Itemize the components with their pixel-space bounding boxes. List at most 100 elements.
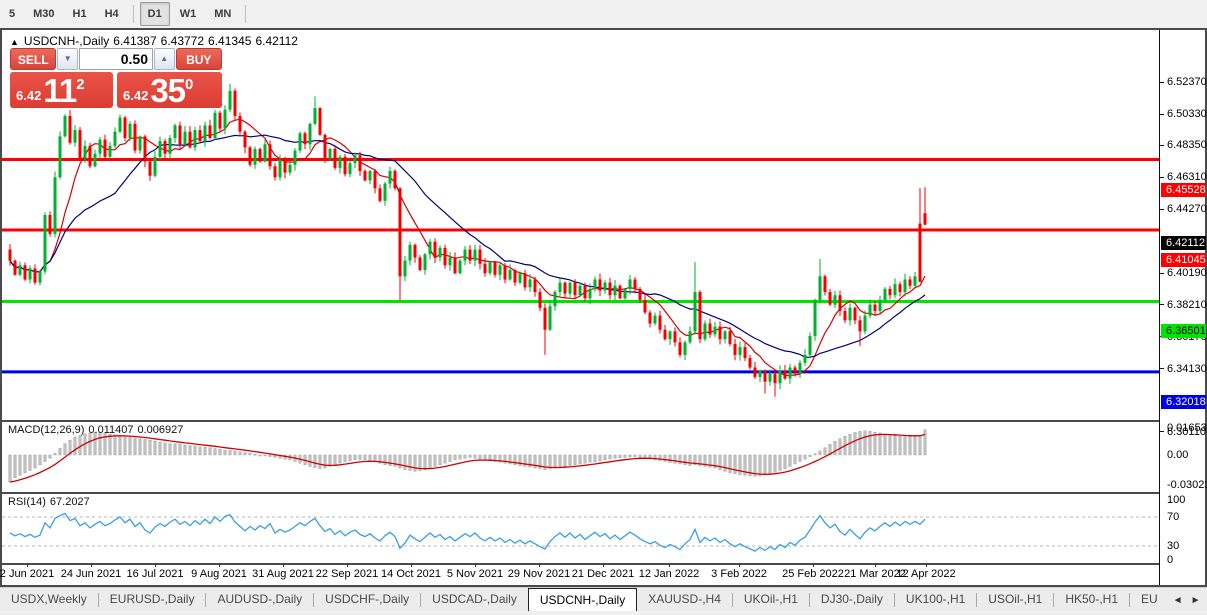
- timeframe-button-d1[interactable]: D1: [140, 2, 170, 26]
- rsi-axis-label: 70: [1167, 511, 1179, 523]
- time-axis-label: 24 Jun 2021: [61, 568, 122, 580]
- candle-body: [569, 283, 572, 294]
- candle-body: [774, 374, 777, 383]
- candle-body: [109, 146, 112, 157]
- macd-histogram-bar: [904, 437, 907, 455]
- candle-body: [519, 273, 522, 282]
- time-axis-tick: [603, 563, 604, 567]
- time-axis-label: 14 Oct 2021: [381, 568, 441, 580]
- candle-body: [919, 224, 922, 282]
- volume-increase-button[interactable]: ▲: [154, 48, 175, 70]
- tab-eurusd-daily[interactable]: EURUSD-,Daily: [99, 588, 206, 612]
- macd-histogram-bar: [644, 455, 647, 458]
- price-axis[interactable]: 6.523706.503306.483506.463106.442706.401…: [1159, 30, 1205, 585]
- candle-body: [749, 358, 752, 367]
- candle-body: [259, 149, 262, 162]
- sell-button[interactable]: SELL: [10, 48, 56, 70]
- tab-dj30-daily[interactable]: DJ30-,Daily: [810, 588, 894, 612]
- tab-ukoil-h1[interactable]: UKOil-,H1: [733, 588, 809, 612]
- macd-histogram-bar: [339, 455, 342, 463]
- sell-price-button[interactable]: 6.42 11 2: [10, 72, 113, 108]
- timeframe-button-h4[interactable]: H4: [97, 2, 127, 26]
- tab-usdchf-daily[interactable]: USDCHF-,Daily: [314, 588, 420, 612]
- macd-histogram-bar: [429, 455, 432, 468]
- buy-button[interactable]: BUY: [176, 48, 222, 70]
- time-axis-tick: [27, 563, 28, 567]
- tab-hk50-h1[interactable]: HK50-,H1: [1054, 588, 1129, 612]
- timeframe-button-5[interactable]: 5: [1, 2, 23, 26]
- volume-input[interactable]: [79, 48, 153, 70]
- tab-usdcad-daily[interactable]: USDCAD-,Daily: [421, 588, 528, 612]
- candle-body: [164, 141, 167, 154]
- macd-histogram-bar: [404, 455, 407, 470]
- rsi-canvas[interactable]: [2, 494, 1159, 563]
- candle-body: [459, 261, 462, 274]
- macd-name: MACD(12,26,9): [8, 424, 84, 436]
- macd-histogram-bar: [569, 455, 572, 466]
- candle-body: [324, 135, 327, 159]
- timeframe-button-h1[interactable]: H1: [65, 2, 95, 26]
- buy-price-button[interactable]: 6.42 35 0: [117, 72, 222, 108]
- macd-histogram-bar: [139, 439, 142, 455]
- price-pane[interactable]: ▲USDCNH-,Daily6.413876.437726.413456.421…: [2, 30, 1159, 420]
- candle-body: [524, 273, 527, 287]
- tab-usdx-weekly[interactable]: USDX,Weekly: [0, 588, 98, 612]
- macd-histogram-bar: [149, 440, 152, 455]
- macd-value-main: 0.011407: [88, 424, 133, 436]
- macd-histogram-bar: [814, 454, 817, 455]
- candle-body: [644, 300, 647, 313]
- volume-decrease-button[interactable]: ▼: [57, 48, 78, 70]
- price-axis-tick: [1160, 177, 1164, 178]
- rsi-axis-label: 100: [1167, 494, 1185, 506]
- candle-body: [99, 140, 102, 154]
- macd-histogram-bar: [759, 455, 762, 476]
- tab-audusd-daily[interactable]: AUDUSD-,Daily: [206, 588, 313, 612]
- macd-histogram-bar: [399, 455, 402, 468]
- tab-eu[interactable]: EU: [1130, 588, 1169, 612]
- rsi-pane[interactable]: RSI(14)67.2027: [2, 494, 1159, 563]
- macd-histogram-bar: [854, 432, 857, 455]
- tab-scroll-left-icon[interactable]: ◄: [1169, 595, 1187, 606]
- timeframe-button-m30[interactable]: M30: [25, 2, 62, 26]
- macd-histogram-bar: [184, 445, 187, 455]
- sell-price-big: 11: [43, 74, 76, 107]
- tab-usdcnh-daily[interactable]: USDCNH-,Daily: [528, 588, 637, 612]
- timeframe-button-w1[interactable]: W1: [172, 2, 205, 26]
- timeframe-button-mn[interactable]: MN: [206, 2, 239, 26]
- tab-scroll-right-icon[interactable]: ►: [1187, 595, 1205, 606]
- candle-body: [149, 162, 152, 176]
- candle-body: [594, 279, 597, 288]
- candle-body: [304, 133, 307, 144]
- macd-histogram-bar: [564, 455, 567, 466]
- macd-signal-line: [10, 434, 925, 482]
- candle-body: [144, 136, 147, 161]
- tab-uk100-h1[interactable]: UK100-,H1: [895, 588, 976, 612]
- macd-pane[interactable]: MACD(12,26,9)0.0114070.006927: [2, 422, 1159, 492]
- macd-histogram-bar: [34, 455, 37, 468]
- candle-body: [879, 300, 882, 311]
- candle-body: [224, 110, 227, 129]
- time-axis-label: 12 Jan 2022: [639, 568, 700, 580]
- candlesticks: [9, 84, 927, 397]
- time-axis-tick: [475, 563, 476, 567]
- timeframe-toolbar: 5M30H1H4 D1W1MN: [0, 0, 1207, 29]
- candle-body: [649, 312, 652, 323]
- candle-body: [799, 363, 802, 374]
- macd-histogram-bar: [129, 437, 132, 455]
- macd-histogram-bar: [724, 455, 727, 471]
- trade-panel-controls: SELL ▼ ▲ BUY: [10, 48, 222, 70]
- macd-histogram-bar: [79, 435, 82, 455]
- macd-histogram-bar: [624, 455, 627, 457]
- time-axis[interactable]: 2 Jun 202124 Jun 202116 Jul 20219 Aug 20…: [2, 565, 1159, 585]
- macd-histogram-bar: [869, 431, 872, 455]
- candle-body: [824, 276, 827, 292]
- time-axis-label: 21 Dec 2021: [572, 568, 634, 580]
- candle-body: [89, 146, 92, 166]
- candle-body: [554, 292, 557, 306]
- macd-histogram-bar: [194, 446, 197, 455]
- tab-usoil-h1[interactable]: USOil-,H1: [977, 588, 1053, 612]
- collapse-arrow-icon[interactable]: ▲: [10, 37, 19, 47]
- macd-histogram-bar: [824, 448, 827, 455]
- tab-xauusd-h4[interactable]: XAUUSD-,H4: [637, 588, 732, 612]
- macd-histogram-bar: [719, 455, 722, 470]
